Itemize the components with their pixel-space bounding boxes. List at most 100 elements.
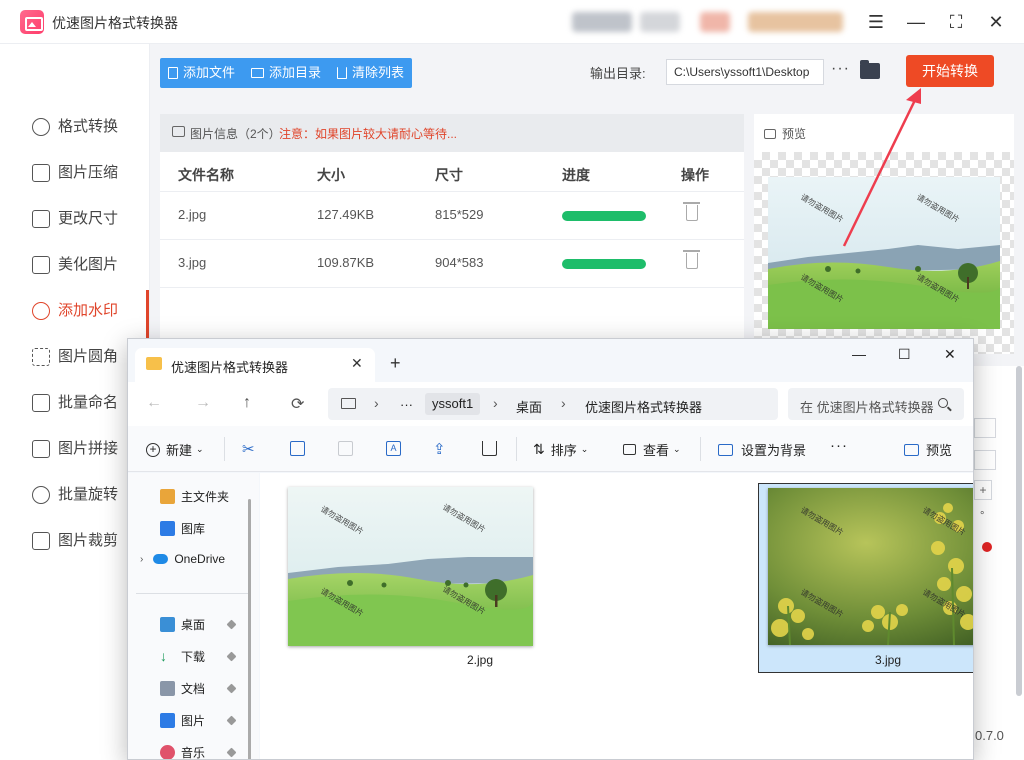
- file-thumbnail[interactable]: 请勿盗用图片 请勿盗用图片 请勿盗用图片 请勿盗用图片: [768, 488, 973, 645]
- nav-item-gallery[interactable]: 图库: [160, 520, 205, 537]
- table-row[interactable]: 3.jpg 109.87KB 904*583: [160, 239, 744, 287]
- blurred-vip-badge: [748, 12, 843, 32]
- file-size: 109.87KB: [317, 255, 375, 270]
- new-tab-button[interactable]: +: [390, 353, 401, 374]
- sidebar-item-round-corner[interactable]: 图片圆角: [32, 345, 118, 369]
- increment-button[interactable]: +: [974, 480, 992, 500]
- start-convert-button[interactable]: 开始转换: [906, 55, 994, 87]
- more-commands-button[interactable]: ···: [830, 437, 848, 454]
- view-button[interactable]: 查看 ⌄: [623, 440, 681, 459]
- nav-item-downloads[interactable]: ↓ 下载: [160, 648, 205, 665]
- sidebar-item-rename[interactable]: 批量命名: [32, 391, 118, 415]
- close-button[interactable]: ✕: [984, 10, 1008, 34]
- delete-icon[interactable]: [683, 250, 700, 269]
- file-explorer-window: 优速图片格式转换器 ✕ + — ☐ ✕ ← → ↑ ⟳ › ··· yssoft…: [127, 338, 974, 760]
- delete-icon[interactable]: [683, 202, 700, 221]
- round-corner-icon: [32, 348, 50, 366]
- output-dir-input[interactable]: C:\Users\yssoft1\Desktop: [666, 59, 824, 85]
- pin-icon[interactable]: [226, 715, 237, 726]
- nav-item-pictures[interactable]: 图片: [160, 712, 205, 729]
- rename-icon[interactable]: A: [386, 441, 401, 456]
- chevron-right-icon: ›: [140, 553, 144, 565]
- pin-icon[interactable]: [226, 747, 237, 758]
- compress-icon: [32, 164, 50, 182]
- table-row[interactable]: 2.jpg 127.49KB 815*529: [160, 191, 744, 239]
- file-name[interactable]: 2.jpg: [450, 653, 510, 667]
- sidebar-item-label: 格式转换: [58, 118, 119, 135]
- nav-pane-scrollbar[interactable]: [248, 499, 251, 759]
- explorer-tab[interactable]: 优速图片格式转换器 ✕: [135, 348, 375, 382]
- settings-input[interactable]: [974, 450, 996, 470]
- more-options-button[interactable]: ···: [831, 60, 850, 78]
- maximize-button[interactable]: ⛶: [944, 10, 968, 34]
- add-file-button[interactable]: 添加文件: [160, 58, 243, 88]
- menu-button[interactable]: ☰: [864, 10, 888, 34]
- nav-item-desktop[interactable]: 桌面: [160, 616, 205, 633]
- nav-item-label: 音乐: [181, 746, 206, 760]
- nav-item-documents[interactable]: 文档: [160, 680, 205, 697]
- pin-icon[interactable]: [226, 683, 237, 694]
- sidebar-item-compress[interactable]: 图片压缩: [32, 161, 118, 185]
- sidebar-active-indicator: [146, 290, 149, 340]
- add-folder-label: 添加目录: [269, 65, 322, 80]
- search-input[interactable]: 在 优速图片格式转换器 中搜索: [788, 388, 964, 420]
- breadcrumb-more[interactable]: ···: [400, 397, 413, 412]
- title-bar: 优速图片格式转换器 ☰ — ⛶ ✕: [0, 0, 1024, 44]
- cut-icon[interactable]: ✂: [242, 440, 255, 458]
- documents-icon: [160, 681, 175, 696]
- back-button[interactable]: ←: [146, 394, 162, 412]
- column-header: 进度: [562, 167, 590, 183]
- settings-panel: + °: [974, 366, 1024, 760]
- add-folder-button[interactable]: 添加目录: [243, 58, 329, 88]
- forward-button[interactable]: →: [195, 394, 211, 412]
- sidebar-item-stitch[interactable]: 图片拼接: [32, 437, 118, 461]
- explorer-file-grid: 请勿盗用图片 请勿盗用图片 请勿盗用图片 请勿盗用图片 2.jpg 请勿盗用图片…: [260, 473, 973, 759]
- sidebar-item-rotate[interactable]: 批量旋转: [32, 483, 118, 507]
- sidebar-item-crop[interactable]: 图片裁剪: [32, 529, 118, 553]
- explorer-command-bar: + 新建 ⌄ ✂ A ⇪ ⇅ 排序 ⌄ 查看 ⌄ 设置为背景 ··· 预览: [128, 426, 973, 472]
- sidebar-item-beautify[interactable]: 美化图片: [32, 253, 118, 277]
- explorer-minimize-button[interactable]: —: [852, 346, 866, 362]
- sort-button[interactable]: ⇅ 排序 ⌄: [533, 440, 588, 459]
- explorer-close-button[interactable]: ✕: [944, 346, 956, 363]
- sidebar-item-format-convert[interactable]: 格式转换: [32, 115, 118, 139]
- file-thumbnail[interactable]: 请勿盗用图片 请勿盗用图片 请勿盗用图片 请勿盗用图片: [288, 487, 533, 646]
- nav-item-music[interactable]: 音乐: [160, 744, 206, 760]
- preview-pane-label: 预览: [926, 443, 953, 458]
- set-background-button[interactable]: 设置为背景: [718, 440, 806, 459]
- desktop-icon: [160, 617, 175, 632]
- breadcrumb-yssoft1[interactable]: yssoft1: [425, 393, 481, 415]
- settings-dropdown[interactable]: [974, 418, 996, 438]
- share-icon[interactable]: ⇪: [433, 440, 446, 458]
- sidebar-item-resize[interactable]: 更改尺寸: [32, 207, 118, 231]
- progress-bar: [562, 259, 646, 269]
- app-logo-icon: [20, 10, 44, 34]
- minimize-button[interactable]: —: [904, 10, 928, 34]
- close-tab-button[interactable]: ✕: [351, 355, 363, 372]
- command-separator: [516, 437, 517, 461]
- clear-list-button[interactable]: 清除列表: [329, 58, 412, 88]
- open-folder-icon[interactable]: [860, 60, 880, 79]
- file-toolbar: 添加文件 添加目录 清除列表: [160, 58, 413, 88]
- nav-item-home[interactable]: 主文件夹: [160, 488, 229, 505]
- settings-scrollbar[interactable]: [1016, 366, 1022, 696]
- copy-icon[interactable]: [290, 441, 305, 456]
- paste-icon[interactable]: [338, 441, 353, 456]
- file-name[interactable]: 3.jpg: [848, 653, 928, 667]
- file-icon: [168, 67, 178, 79]
- new-button[interactable]: + 新建 ⌄: [146, 440, 204, 459]
- pin-icon[interactable]: [226, 651, 237, 662]
- breadcrumb-current[interactable]: 优速图片格式转换器: [585, 397, 702, 416]
- breadcrumb-desktop[interactable]: 桌面: [516, 397, 542, 416]
- sidebar-item-watermark[interactable]: 添加水印: [32, 299, 118, 323]
- up-button[interactable]: ↑: [243, 394, 251, 412]
- address-bar[interactable]: › ··· yssoft1 › 桌面 › 优速图片格式转换器: [328, 388, 778, 420]
- preview-pane-button[interactable]: 预览: [904, 440, 952, 459]
- delete-icon[interactable]: [482, 441, 497, 456]
- nav-item-onedrive[interactable]: › OneDrive: [140, 552, 225, 566]
- version-label: 0.7.0: [975, 728, 1004, 743]
- pin-icon[interactable]: [226, 619, 237, 630]
- explorer-maximize-button[interactable]: ☐: [898, 346, 911, 363]
- refresh-button[interactable]: ⟳: [291, 394, 304, 414]
- chevron-down-icon: ⌄: [580, 444, 589, 454]
